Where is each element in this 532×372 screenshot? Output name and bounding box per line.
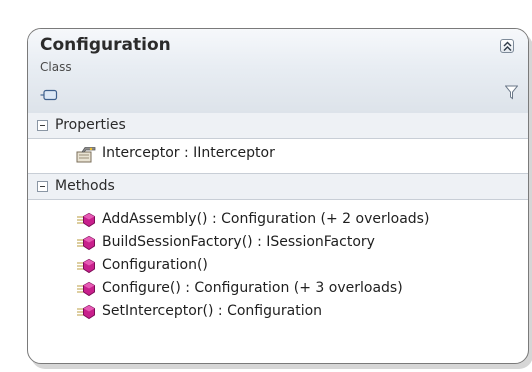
- methods-collapse-toggle[interactable]: [37, 181, 48, 192]
- method-text: SetInterceptor() : Configuration: [102, 303, 323, 319]
- property-text: Interceptor : IInterceptor: [102, 145, 275, 161]
- method-text: Configuration(): [102, 257, 208, 273]
- method-icon: [77, 258, 95, 274]
- method-item[interactable]: Configure() : Configuration (+ 3 overloa…: [28, 278, 528, 300]
- class-title: Configuration: [40, 35, 171, 55]
- properties-compartment-header[interactable]: Properties: [28, 113, 528, 139]
- method-text: AddAssembly() : Configuration (+ 2 overl…: [102, 211, 430, 227]
- method-item[interactable]: Configuration(): [28, 255, 528, 277]
- property-item[interactable]: Interceptor : IInterceptor: [28, 143, 528, 165]
- method-icon: [77, 212, 95, 228]
- class-stereotype: Class: [40, 60, 72, 74]
- class-header[interactable]: Configuration Class: [28, 29, 528, 114]
- method-icon: [77, 235, 95, 251]
- methods-label: Methods: [55, 178, 115, 194]
- method-item[interactable]: SetInterceptor() : Configuration: [28, 301, 528, 323]
- method-text: Configure() : Configuration (+ 3 overloa…: [102, 280, 403, 296]
- method-icon: [77, 304, 95, 320]
- collapse-button[interactable]: [500, 39, 514, 53]
- double-chevron-up-icon: [503, 41, 512, 51]
- method-icon: [77, 281, 95, 297]
- method-text: BuildSessionFactory() : ISessionFactory: [102, 234, 375, 250]
- method-item[interactable]: AddAssembly() : Configuration (+ 2 overl…: [28, 209, 528, 231]
- properties-label: Properties: [55, 117, 126, 133]
- method-item[interactable]: BuildSessionFactory() : ISessionFactory: [28, 232, 528, 254]
- properties-collapse-toggle[interactable]: [37, 120, 48, 131]
- property-icon: [76, 147, 96, 163]
- filter-icon[interactable]: [505, 85, 518, 100]
- class-shape[interactable]: Configuration Class Properties Intercept…: [27, 28, 529, 364]
- methods-compartment-header[interactable]: Methods: [28, 173, 528, 200]
- class-type-icon: [40, 89, 58, 101]
